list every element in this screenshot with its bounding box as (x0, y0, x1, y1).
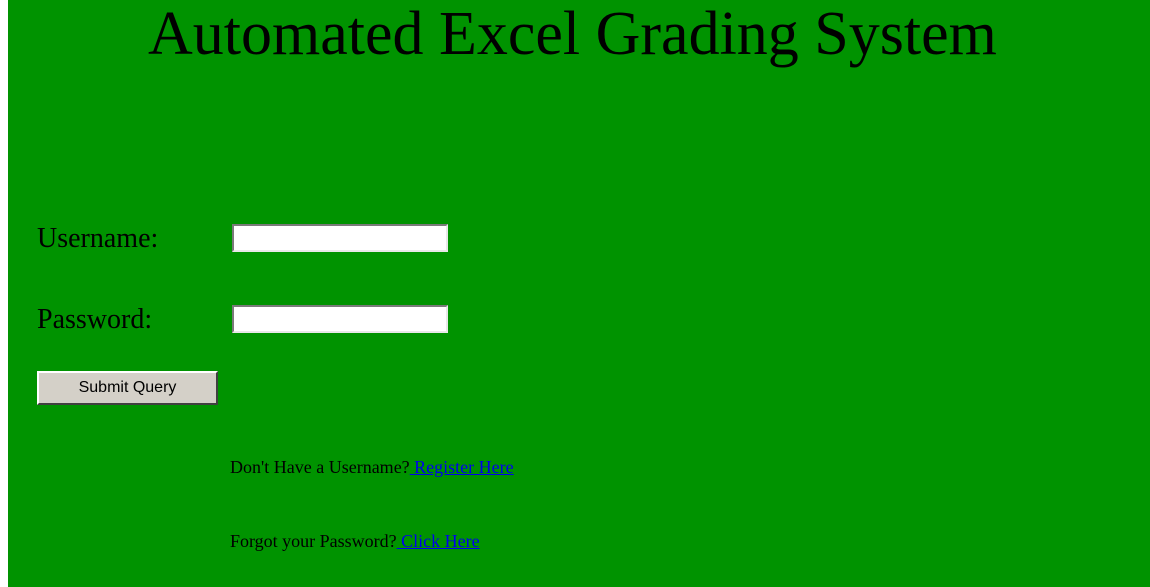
username-label: Username: (37, 223, 159, 254)
register-prompt-text: Don't Have a Username? (230, 457, 410, 477)
forgot-password-prompt-text: Forgot your Password? (230, 531, 397, 551)
password-label: Password: (37, 304, 153, 335)
register-prompt-line: Don't Have a Username? Register Here (230, 456, 514, 478)
register-here-link[interactable]: Register Here (410, 457, 513, 477)
username-input[interactable] (232, 224, 448, 252)
submit-query-button[interactable]: Submit Query (37, 371, 218, 405)
password-input[interactable] (232, 305, 448, 333)
page-title: Automated Excel Grading System (148, 0, 997, 68)
login-page: Automated Excel Grading System Username:… (8, 0, 1150, 587)
forgot-password-link[interactable]: Click Here (397, 531, 479, 551)
forgot-password-line: Forgot your Password? Click Here (230, 530, 480, 552)
